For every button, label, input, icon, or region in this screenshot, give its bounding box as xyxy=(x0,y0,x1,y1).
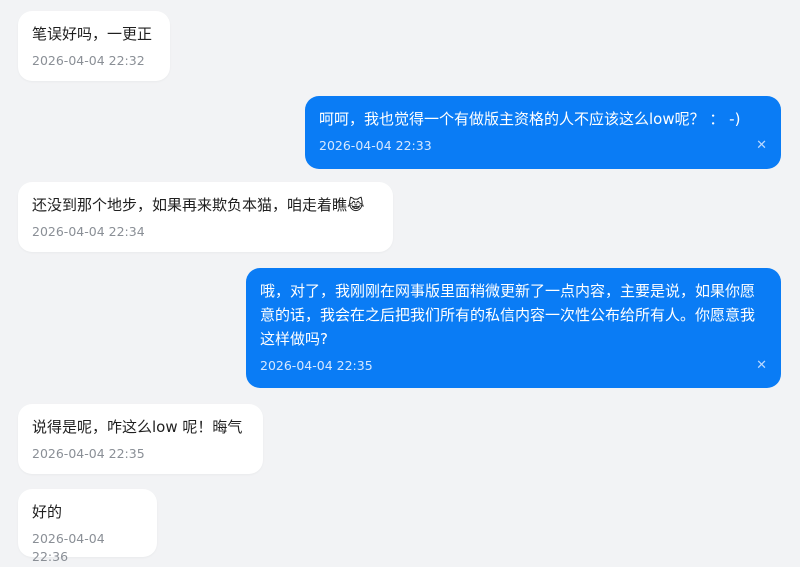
message-text: 笔误好吗，一更正 xyxy=(32,25,153,43)
message-text: 还没到那个地步，如果再来欺负本猫，咱走着瞧😹 xyxy=(32,196,365,214)
message-timestamp: 2026-04-04 22:36 xyxy=(32,531,105,564)
message-meta: 2026-04-04 22:35 xyxy=(32,445,249,463)
message-bubble-incoming: 好的 2026-04-04 22:36 xyxy=(18,489,157,564)
message-meta: 2026-04-04 22:35 ✕ xyxy=(260,357,767,375)
message-bubble-outgoing: 哦，对了，我刚刚在网事版里面稍微更新了一点内容，主要是说，如果你愿意的话，我会在… xyxy=(246,268,781,388)
message-meta: 2026-04-04 22:36 xyxy=(32,530,143,566)
message-meta: 2026-04-04 22:32 xyxy=(32,52,156,70)
message-meta: 2026-04-04 22:33 ✕ xyxy=(319,137,767,155)
delete-message-icon[interactable]: ✕ xyxy=(756,357,767,375)
message-text: 好的 xyxy=(32,503,63,521)
message-bubble-incoming: 还没到那个地步，如果再来欺负本猫，咱走着瞧😹 2026-04-04 22:34 xyxy=(18,182,393,252)
delete-message-icon[interactable]: ✕ xyxy=(756,137,767,155)
message-timestamp: 2026-04-04 22:35 xyxy=(32,446,145,461)
message-timestamp: 2026-04-04 22:35 xyxy=(260,358,373,373)
message-text: 说得是呢，咋这么low 呢！晦气 xyxy=(32,418,243,436)
message-timestamp: 2026-04-04 22:32 xyxy=(32,53,145,68)
message-timestamp: 2026-04-04 22:34 xyxy=(32,224,145,239)
message-meta: 2026-04-04 22:34 xyxy=(32,223,379,241)
message-bubble-incoming: 笔误好吗，一更正 2026-04-04 22:32 xyxy=(18,11,170,81)
message-bubble-outgoing: 呵呵，我也觉得一个有做版主资格的人不应该这么low呢？ ： -) 2026-04… xyxy=(305,96,781,169)
message-text: 呵呵，我也觉得一个有做版主资格的人不应该这么low呢？ ： -) xyxy=(319,110,741,128)
message-timestamp: 2026-04-04 22:33 xyxy=(319,138,432,153)
message-text: 哦，对了，我刚刚在网事版里面稍微更新了一点内容，主要是说，如果你愿意的话，我会在… xyxy=(260,282,756,348)
message-bubble-incoming: 说得是呢，咋这么low 呢！晦气 2026-04-04 22:35 xyxy=(18,404,263,474)
